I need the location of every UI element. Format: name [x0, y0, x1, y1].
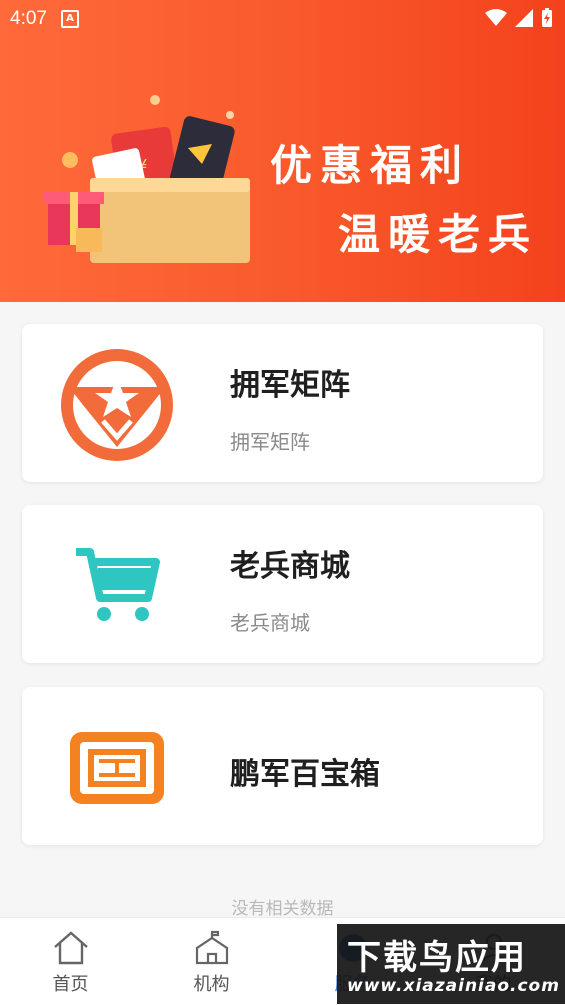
status-bar: 4:07 A — [0, 0, 565, 38]
banner-slogan: 优惠福利 温暖老兵 — [270, 132, 538, 262]
tab-home[interactable]: 首页 — [0, 918, 141, 1005]
banner-line1: 优惠福利 — [270, 141, 471, 190]
organization-icon — [195, 930, 228, 965]
empty-data-hint: 没有相关数据 — [231, 899, 334, 919]
card-veteran-mall[interactable]: 老兵商城 老兵商城 — [22, 505, 543, 663]
card-title: 拥军矩阵 — [230, 368, 350, 403]
status-time: 4:07 — [10, 8, 47, 29]
card-subtitle: 老兵商城 — [230, 611, 310, 635]
card-treasure-box[interactable]: 鹏军百宝箱 — [22, 687, 543, 845]
card-title: 老兵商城 — [230, 549, 350, 584]
home-icon — [53, 931, 88, 965]
gift-box-illustration: ¥ — [44, 95, 250, 263]
tab-organization[interactable]: 机构 — [141, 918, 282, 1005]
tab-label: 首页 — [52, 974, 89, 995]
battery-icon — [542, 8, 552, 27]
shield-star-icon — [58, 346, 176, 464]
card-subtitle: 拥军矩阵 — [230, 430, 310, 454]
shopping-cart-icon — [58, 527, 176, 645]
card-title: 鹏军百宝箱 — [230, 757, 380, 792]
watermark-url: www.xiazainiao.com — [347, 976, 560, 996]
tab-label: 机构 — [193, 974, 230, 995]
banner-line2: 温暖老兵 — [338, 210, 539, 259]
promo-banner[interactable]: ¥ 优惠福利 温暖老兵 — [0, 0, 565, 302]
treasure-box-icon — [58, 709, 176, 827]
notification-icon: A — [60, 10, 79, 28]
signal-icon — [515, 9, 533, 27]
watermark-title: 下载鸟应用 — [347, 938, 527, 978]
card-army-matrix[interactable]: 拥军矩阵 拥军矩阵 — [22, 324, 543, 482]
wifi-icon — [485, 9, 507, 26]
watermark-overlay: 下载鸟应用 www.xiazainiao.com — [337, 924, 565, 1004]
status-icons — [485, 8, 553, 28]
